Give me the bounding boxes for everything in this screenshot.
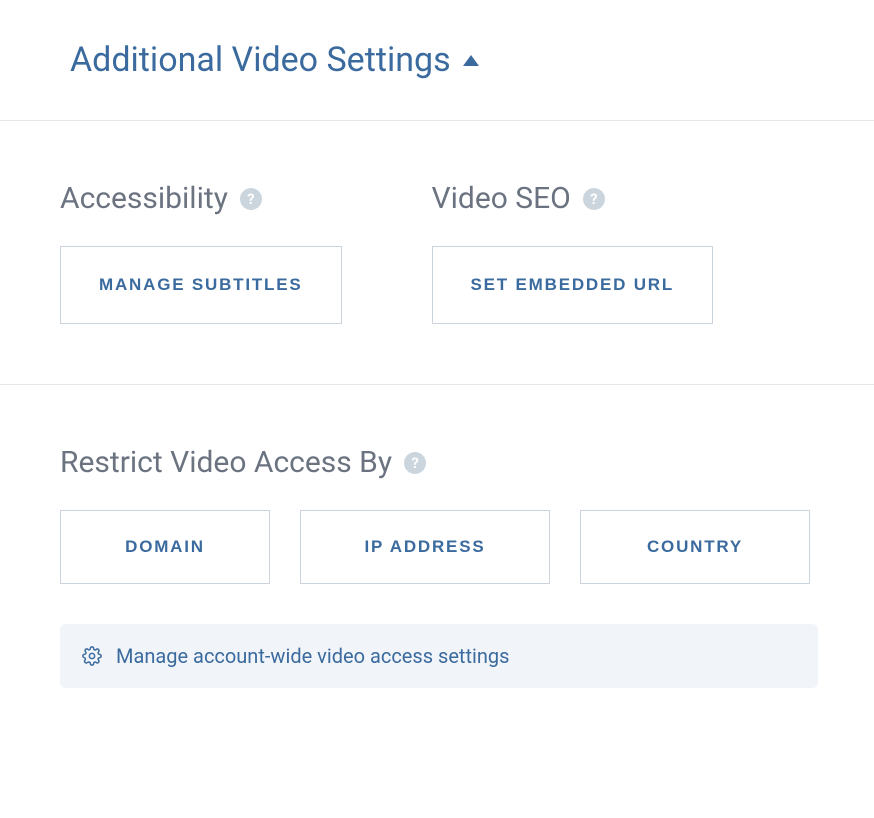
- page-title-text: Additional Video Settings: [70, 40, 451, 80]
- accessibility-column: Accessibility ? MANAGE SUBTITLES: [60, 181, 342, 324]
- restrict-access-heading: Restrict Video Access By ?: [60, 445, 426, 480]
- video-seo-column: Video SEO ? SET EMBEDDED URL: [432, 181, 714, 324]
- restrict-access-heading-text: Restrict Video Access By: [60, 445, 392, 480]
- gear-icon: [82, 646, 102, 666]
- header-section: Additional Video Settings: [0, 0, 874, 121]
- help-icon[interactable]: ?: [583, 188, 605, 210]
- manage-account-wide-settings-text: Manage account-wide video access setting…: [116, 644, 509, 668]
- accessibility-heading-text: Accessibility: [60, 181, 228, 216]
- set-embedded-url-button[interactable]: SET EMBEDDED URL: [432, 246, 714, 324]
- manage-subtitles-button[interactable]: MANAGE SUBTITLES: [60, 246, 342, 324]
- restrict-buttons-row: DOMAIN IP ADDRESS COUNTRY: [60, 510, 814, 584]
- restrict-ip-button[interactable]: IP ADDRESS: [300, 510, 550, 584]
- manage-account-wide-settings-link[interactable]: Manage account-wide video access setting…: [60, 624, 818, 688]
- video-seo-heading: Video SEO ?: [432, 181, 714, 216]
- restrict-domain-button[interactable]: DOMAIN: [60, 510, 270, 584]
- accessibility-seo-section: Accessibility ? MANAGE SUBTITLES Video S…: [0, 121, 874, 385]
- accessibility-heading: Accessibility ?: [60, 181, 342, 216]
- two-column-row: Accessibility ? MANAGE SUBTITLES Video S…: [60, 181, 814, 324]
- settings-page: Additional Video Settings Accessibility …: [0, 0, 874, 728]
- collapse-up-icon: [463, 55, 479, 66]
- restrict-access-section: Restrict Video Access By ? DOMAIN IP ADD…: [0, 385, 874, 728]
- video-seo-heading-text: Video SEO: [432, 181, 571, 216]
- additional-video-settings-toggle[interactable]: Additional Video Settings: [70, 40, 479, 80]
- help-icon[interactable]: ?: [404, 452, 426, 474]
- help-icon[interactable]: ?: [240, 188, 262, 210]
- restrict-country-button[interactable]: COUNTRY: [580, 510, 810, 584]
